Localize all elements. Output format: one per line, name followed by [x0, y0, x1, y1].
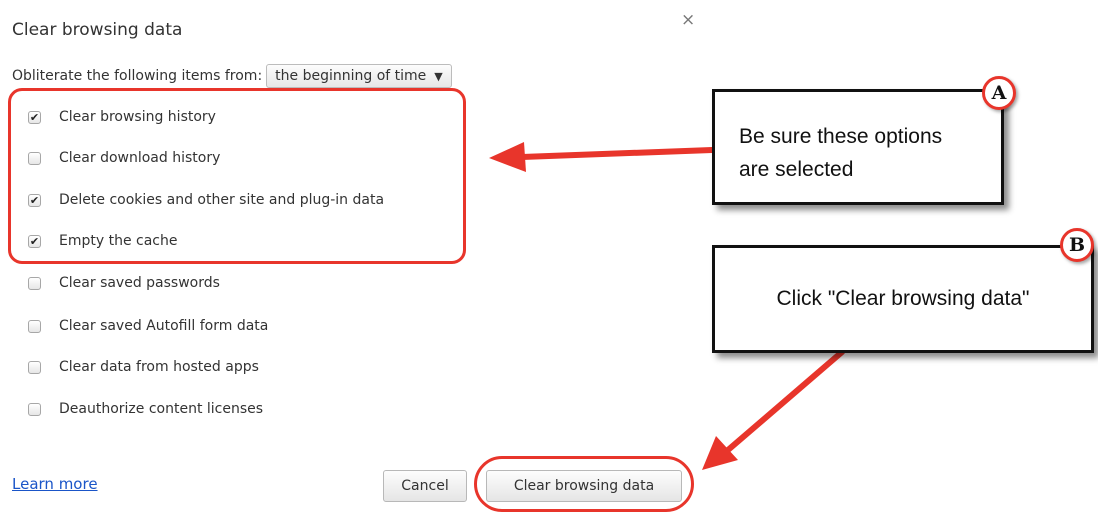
arrow-a-head: [489, 142, 526, 172]
callout-b: Click "Clear browsing data": [712, 245, 1094, 353]
callout-a: Be sure these options are selected: [712, 89, 1004, 205]
badge-b: B: [1060, 228, 1094, 262]
arrow-a-shaft: [519, 147, 715, 160]
badge-a: A: [982, 76, 1016, 110]
arrow-b-head: [702, 436, 738, 470]
arrow-b-shaft: [725, 349, 845, 453]
